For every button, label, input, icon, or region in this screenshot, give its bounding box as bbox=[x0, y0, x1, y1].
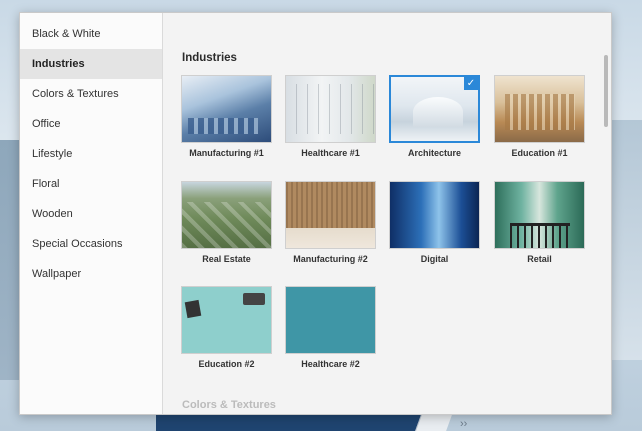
tile-education-2[interactable]: Education #2 bbox=[181, 286, 272, 369]
next-section-title: Colors & Textures bbox=[182, 399, 276, 411]
tile-caption: Real Estate bbox=[202, 254, 251, 264]
tile-caption: Education #2 bbox=[198, 359, 255, 369]
tile-caption: Digital bbox=[420, 254, 449, 264]
tile-architecture[interactable]: ✓ Architecture bbox=[389, 75, 480, 158]
tile-manufacturing-1[interactable]: Manufacturing #1 bbox=[181, 75, 272, 158]
tile-caption: Healthcare #2 bbox=[301, 359, 360, 369]
tile-education-1[interactable]: Education #1 bbox=[494, 75, 585, 158]
section-title: Industries bbox=[182, 52, 237, 64]
tile-caption: Manufacturing #2 bbox=[293, 254, 368, 264]
tile-healthcare-1[interactable]: Healthcare #1 bbox=[285, 75, 376, 158]
tile-caption: Manufacturing #1 bbox=[189, 148, 264, 158]
tile-caption: Healthcare #1 bbox=[301, 148, 360, 158]
sidebar-item-office[interactable]: Office bbox=[20, 109, 162, 139]
sidebar-item-black-white[interactable]: Black & White bbox=[20, 19, 162, 49]
vertical-scrollbar[interactable] bbox=[604, 55, 608, 127]
thumbnail-image bbox=[181, 286, 272, 354]
sidebar-item-floral[interactable]: Floral bbox=[20, 169, 162, 199]
backdrop-right bbox=[608, 120, 642, 360]
tile-retail[interactable]: Retail bbox=[494, 181, 585, 264]
thumbnail-image bbox=[389, 181, 480, 249]
check-icon: ✓ bbox=[464, 77, 478, 90]
tile-digital[interactable]: Digital bbox=[389, 181, 480, 264]
tile-healthcare-2[interactable]: Healthcare #2 bbox=[285, 286, 376, 369]
thumbnail-image: ✓ bbox=[389, 75, 480, 143]
sidebar-item-industries[interactable]: Industries bbox=[20, 49, 162, 79]
chevron-right-icon: ›› bbox=[460, 418, 468, 430]
thumbnail-image bbox=[181, 75, 272, 143]
category-sidebar: Black & White Industries Colors & Textur… bbox=[20, 13, 163, 414]
tile-caption: Education #1 bbox=[511, 148, 568, 158]
thumbnail-image bbox=[285, 75, 376, 143]
sidebar-item-colors-textures[interactable]: Colors & Textures bbox=[20, 79, 162, 109]
thumbnail-image bbox=[494, 75, 585, 143]
sidebar-item-special-occasions[interactable]: Special Occasions bbox=[20, 229, 162, 259]
sidebar-item-lifestyle[interactable]: Lifestyle bbox=[20, 139, 162, 169]
tile-real-estate[interactable]: Real Estate bbox=[181, 181, 272, 264]
thumbnail-image bbox=[181, 181, 272, 249]
thumbnail-image bbox=[494, 181, 585, 249]
sidebar-item-wallpaper[interactable]: Wallpaper bbox=[20, 259, 162, 289]
tile-manufacturing-2[interactable]: Manufacturing #2 bbox=[285, 181, 376, 264]
sidebar-item-wooden[interactable]: Wooden bbox=[20, 199, 162, 229]
background-picker-panel: Black & White Industries Colors & Textur… bbox=[19, 12, 612, 415]
tile-caption: Retail bbox=[527, 254, 552, 264]
thumbnail-content: Industries Manufacturing #1 Healthcare #… bbox=[163, 13, 611, 414]
thumbnail-image bbox=[285, 286, 376, 354]
tile-caption: Architecture bbox=[407, 148, 461, 158]
thumbnail-image bbox=[285, 181, 376, 249]
